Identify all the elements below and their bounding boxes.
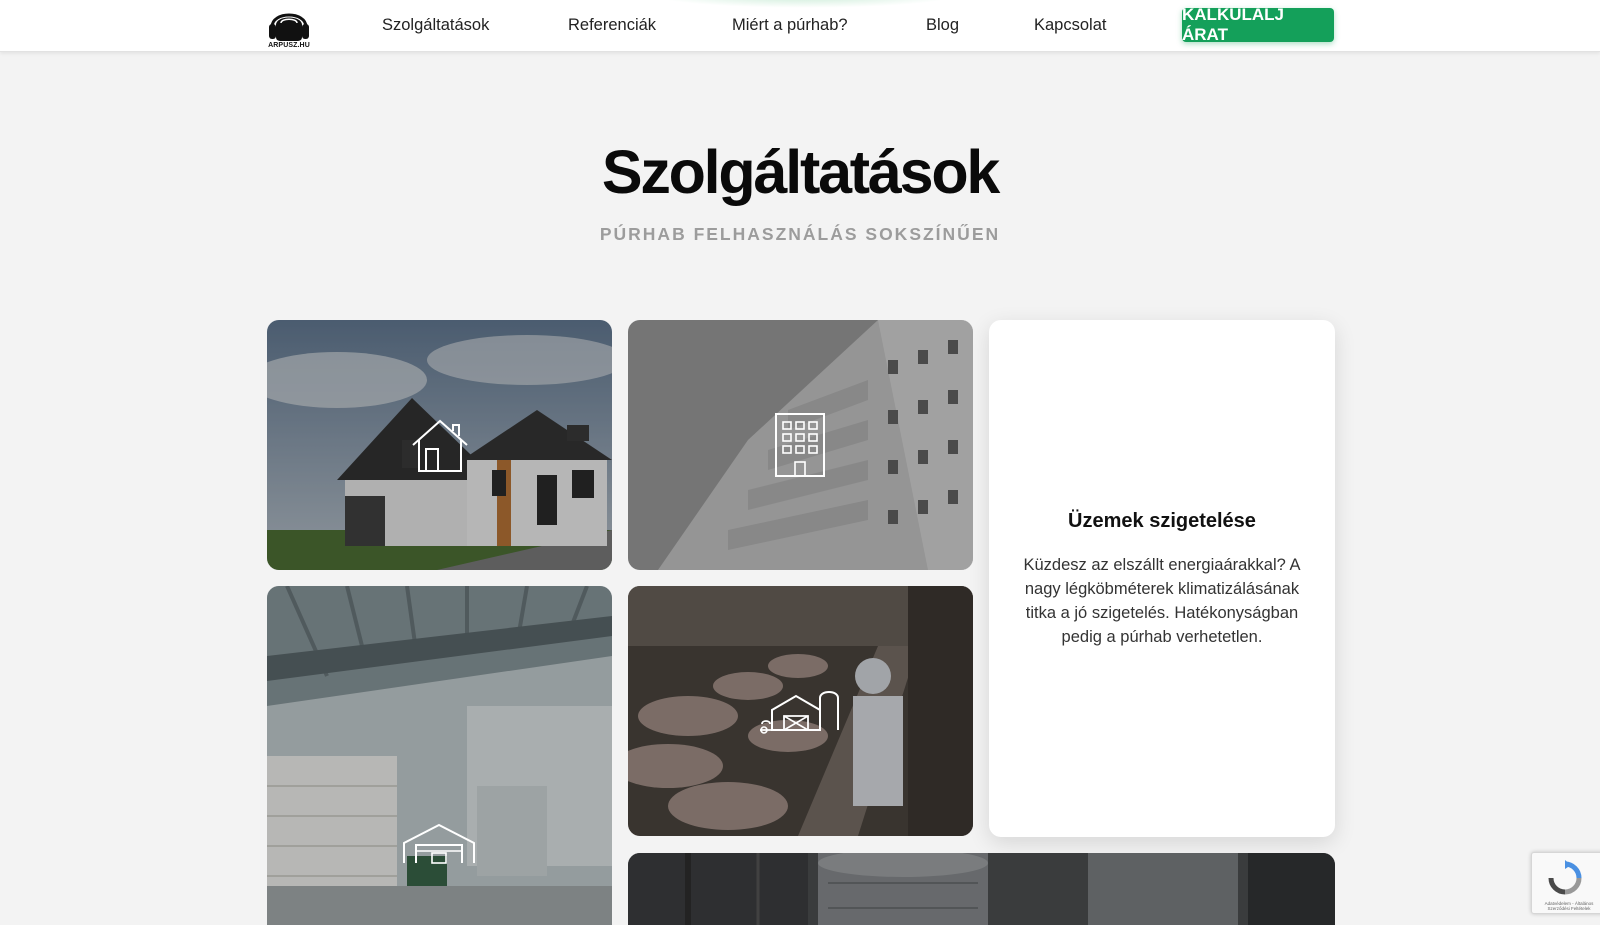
site-logo[interactable]: ARPUSZ.HU xyxy=(266,3,312,51)
service-card-plants[interactable]: Üzemek szigetelése Küzdesz az elszállt e… xyxy=(989,320,1335,837)
house-icon xyxy=(412,419,468,472)
recaptcha-text: Adatvédelem - Általános Szerződési Felté… xyxy=(1544,901,1594,911)
barn-icon xyxy=(760,691,839,734)
page-title: Szolgáltatások xyxy=(601,138,1001,206)
recaptcha-icon xyxy=(1548,860,1582,895)
service-tile-farm[interactable] xyxy=(628,586,973,836)
building-icon xyxy=(775,413,825,477)
warehouse-icon xyxy=(403,823,475,864)
service-tile-hall[interactable] xyxy=(267,586,612,925)
recaptcha-badge[interactable]: Adatvédelem - Általános Szerződési Felté… xyxy=(1531,852,1600,914)
nav-references[interactable]: Referenciák xyxy=(568,16,656,35)
logo-text: ARPUSZ.HU xyxy=(268,42,310,49)
service-tile-house[interactable] xyxy=(267,320,612,570)
headphones-logo-icon xyxy=(269,13,309,41)
nav-blog[interactable]: Blog xyxy=(926,16,959,35)
tile-overlay xyxy=(267,586,612,925)
nav-services[interactable]: Szolgáltatások xyxy=(382,16,489,35)
calculate-price-button[interactable]: KALKULÁLJ ÁRAT xyxy=(1182,5,1334,44)
card-text: Küzdesz az elszállt energiaárakkal? A na… xyxy=(1023,556,1301,646)
service-tile-industrial[interactable] xyxy=(628,853,1335,925)
service-tile-apartment[interactable] xyxy=(628,320,973,570)
page-subtitle: PÚRHAB FELHASZNÁLÁS SOKSZÍNŰEN xyxy=(599,224,1001,244)
nav-why-foam[interactable]: Miért a púrhab? xyxy=(732,16,848,35)
card-title: Üzemek szigetelése xyxy=(1068,510,1256,532)
nav-contact[interactable]: Kapcsolat xyxy=(1034,16,1106,35)
header-glow xyxy=(645,0,965,8)
site-header: ARPUSZ.HU Szolgáltatások Referenciák Mié… xyxy=(0,0,1600,52)
tile-overlay xyxy=(628,853,1335,925)
